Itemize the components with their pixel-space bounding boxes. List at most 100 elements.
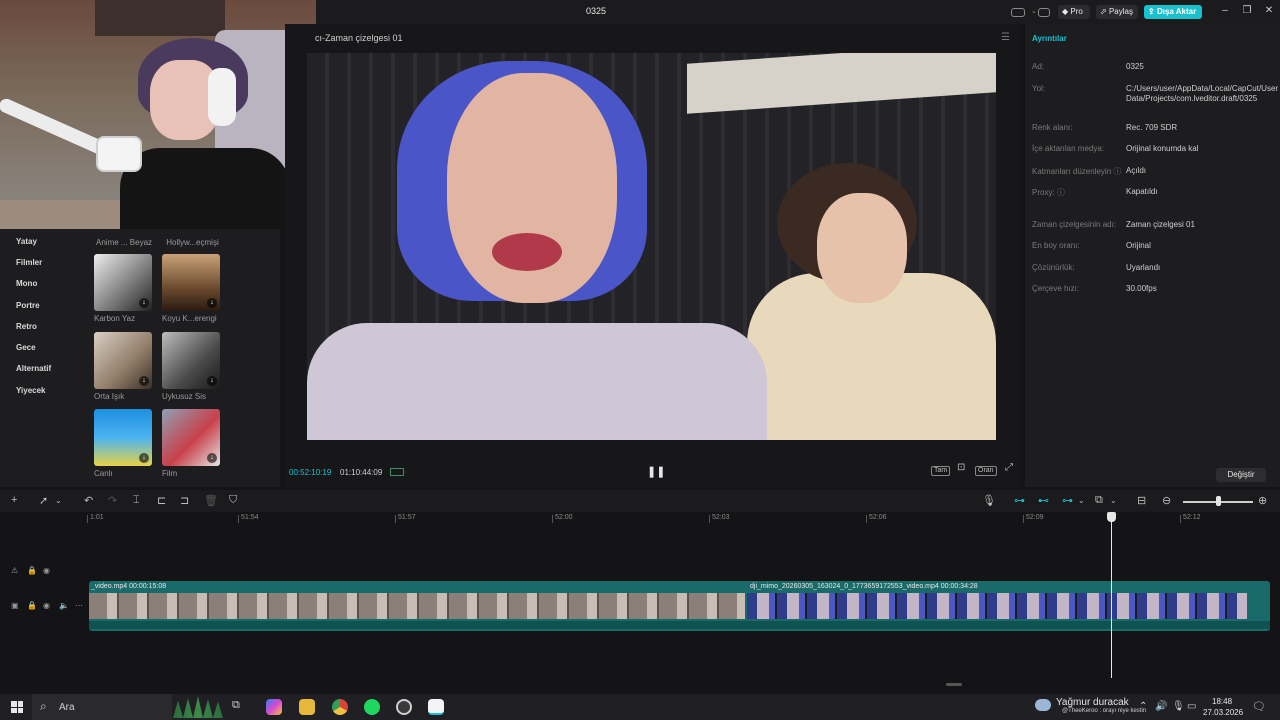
screen-icon[interactable]: ⊟ (1137, 494, 1146, 507)
network-icon[interactable]: ▭ (1187, 701, 1196, 712)
download-icon[interactable]: ↓ (207, 453, 217, 463)
timeline[interactable]: 1:01 51:54 51:57 52:00 52:03 52:06 52:09… (0, 512, 1280, 694)
change-button[interactable]: Değiştir (1216, 468, 1266, 482)
waveform-icon[interactable] (390, 468, 404, 476)
download-icon[interactable]: ↓ (139, 453, 149, 463)
more-icon[interactable]: ⋯ (75, 601, 83, 610)
maximize-icon[interactable]: ❐ (1241, 5, 1253, 16)
link-main-track-icon[interactable]: ⊶ (1014, 494, 1025, 507)
zoom-out-icon[interactable]: ⊖ (1162, 494, 1171, 507)
filter-card[interactable]: ↓ Uykusuz Sis (162, 332, 220, 401)
chevron-down-icon[interactable]: ⌄ (1110, 496, 1117, 505)
add-track-icon[interactable]: + (11, 494, 17, 506)
fit-icon[interactable]: ⊡ (955, 463, 967, 474)
eye-icon[interactable]: ◉ (43, 601, 50, 610)
layout-icon[interactable] (1011, 8, 1025, 17)
ratio-button[interactable]: Oran (975, 466, 997, 476)
download-icon[interactable]: ↓ (207, 298, 217, 308)
category-mono[interactable]: Mono (16, 279, 37, 288)
shield-icon[interactable]: ⛉ (229, 494, 237, 507)
delete-icon[interactable]: 🗑 (204, 494, 218, 507)
chevron-down-icon[interactable]: ⌄ (1078, 496, 1085, 505)
time-ruler[interactable]: 1:01 51:54 51:57 52:00 52:03 52:06 52:09… (87, 512, 1280, 526)
clock-date[interactable]: 27.03.2026 (1203, 708, 1243, 717)
weather-text[interactable]: Yağmur duracak (1056, 697, 1129, 708)
category-gece[interactable]: Gece (16, 343, 36, 352)
filter-card[interactable]: ↓ Koyu K...erengi (162, 254, 220, 323)
total-timecode: 01:10:44:09 (340, 468, 383, 477)
filter-card[interactable]: ↓ Orta Işık (94, 332, 152, 401)
copilot-icon[interactable] (266, 699, 282, 715)
clip-label: _video.mp4 00:00:15:08 (91, 583, 167, 590)
notification-icon[interactable]: 🗨 (1252, 700, 1266, 713)
preview-axis-icon[interactable]: ⧉ (1095, 494, 1103, 507)
capcut-icon[interactable] (428, 699, 444, 715)
split-icon[interactable]: ⌶ (133, 494, 140, 507)
search-highlight-image[interactable] (173, 696, 223, 718)
ruler-tick: 52:09 (1023, 514, 1044, 523)
file-explorer-icon[interactable] (299, 699, 315, 715)
download-icon[interactable]: ↓ (207, 376, 217, 386)
minimize-icon[interactable]: – (1219, 5, 1231, 16)
trim-right-icon[interactable]: ⊐ (180, 494, 189, 507)
zoom-in-icon[interactable]: ⊕ (1258, 494, 1267, 507)
lock-icon[interactable]: 🔒 (27, 566, 37, 575)
chevron-down-icon[interactable]: ⌄ (55, 496, 62, 505)
menu-icon[interactable]: ☰ (1001, 32, 1010, 43)
microphone-icon[interactable]: 🎙 (982, 494, 996, 507)
pause-button[interactable]: ❚❚ (647, 465, 665, 478)
full-button[interactable]: Tam (931, 466, 951, 476)
obs-icon[interactable] (396, 699, 412, 715)
magnet-icon[interactable]: ⊷ (1038, 494, 1049, 507)
track-visibility-icon[interactable]: ⚠ (11, 566, 18, 575)
category-yiyecek[interactable]: Yiyecek (16, 386, 46, 395)
filter-card[interactable]: ↓ Karbon Yaz (94, 254, 152, 323)
filter-card[interactable]: ↓ Film (162, 409, 220, 478)
fullscreen-icon[interactable]: ⤢ (1003, 463, 1015, 474)
chevron-up-icon[interactable]: ⌃ (1139, 701, 1147, 712)
filter-card[interactable]: ↓ Canlı (94, 409, 152, 478)
keyboard-shortcuts-icon[interactable] (1038, 8, 1050, 17)
stream-chat-text: @TheeKeroo : orayı niye kestin (1062, 708, 1147, 714)
weather-icon[interactable] (1035, 699, 1051, 711)
volume-icon[interactable]: 🔊 (1155, 701, 1167, 712)
ruler-tick: 51:57 (395, 514, 416, 523)
filter-thumbnail: ↓ (162, 254, 220, 311)
video-clip-2[interactable] (747, 593, 1247, 619)
playhead-handle[interactable] (1107, 512, 1116, 522)
taskbar-search[interactable]: ⌕ Ara (32, 694, 172, 720)
category-alternatif[interactable]: Alternatif (16, 364, 51, 373)
share-button[interactable]: ⬀ Paylaş (1096, 5, 1138, 19)
video-preview[interactable] (307, 53, 996, 440)
select-tool-icon[interactable]: ➚ (39, 494, 48, 507)
category-filmler[interactable]: Filmler (16, 258, 42, 267)
playhead[interactable] (1111, 512, 1112, 678)
microphone-icon[interactable]: 🎙 (1172, 701, 1185, 712)
lock-icon[interactable]: 🔒 (27, 601, 37, 610)
cover-icon[interactable]: ▣ (11, 601, 19, 610)
download-icon[interactable]: ↓ (139, 298, 149, 308)
export-button[interactable]: ⇪ Dışa Aktar (1144, 5, 1202, 19)
video-clip-1[interactable] (89, 593, 745, 619)
download-icon[interactable]: ↓ (139, 376, 149, 386)
filter-panel: Anime ... Beyaz Hollyw...eçmişi Yatay Fi… (0, 229, 280, 487)
chrome-icon[interactable] (332, 699, 348, 715)
windows-start-icon[interactable] (11, 701, 23, 713)
close-icon[interactable]: ✕ (1263, 5, 1275, 16)
undo-icon[interactable]: ↶ (84, 494, 93, 507)
task-view-icon[interactable]: ⧉ (232, 699, 248, 715)
audio-icon[interactable]: 🔈 (59, 601, 69, 610)
clock-time[interactable]: 18:48 (1212, 697, 1232, 706)
category-retro[interactable]: Retro (16, 322, 37, 331)
spotify-icon[interactable] (364, 699, 380, 715)
trim-left-icon[interactable]: ⊏ (157, 494, 166, 507)
pro-button[interactable]: ◆ Pro (1058, 5, 1090, 19)
category-portre[interactable]: Portre (16, 301, 40, 310)
auto-snap-icon[interactable]: ⊶ (1062, 494, 1073, 507)
main-video-track[interactable]: _video.mp4 00:00:15:08 dji_mimo_20260305… (89, 581, 1270, 631)
horizontal-scrollbar[interactable] (946, 683, 962, 686)
category-yatay[interactable]: Yatay (16, 237, 37, 246)
redo-icon[interactable]: ↷ (108, 494, 117, 507)
zoom-slider-handle[interactable] (1216, 496, 1221, 506)
eye-icon[interactable]: ◉ (43, 566, 50, 575)
